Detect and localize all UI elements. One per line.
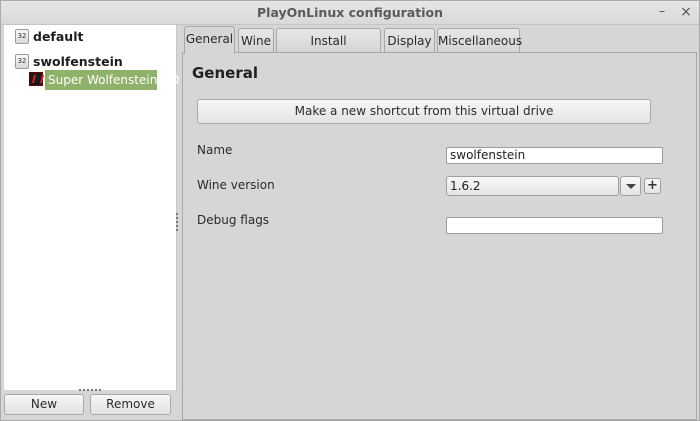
add-wine-version-button[interactable]: + [644, 178, 661, 194]
name-field[interactable]: swolfenstein [446, 147, 663, 164]
window-title: PlayOnLinux configuration [257, 5, 443, 20]
tree-item-label: Super Wolfenstein HD [45, 70, 179, 90]
new-button[interactable]: New [4, 394, 84, 415]
debug-flags-field[interactable] [446, 217, 663, 234]
general-panel: General Make a new shortcut from this vi… [182, 52, 697, 420]
32bit-badge-icon: 32 [15, 29, 29, 44]
vertical-splitter-handle[interactable] [176, 211, 179, 233]
32bit-badge-icon: 32 [15, 54, 29, 69]
tree-item-default[interactable]: 32 default [4, 27, 177, 47]
tree-item-swolfenstein[interactable]: 32 swolfenstein [4, 52, 177, 72]
tree-item-label: swolfenstein [33, 54, 123, 69]
tab-install-components[interactable]: Install components [276, 28, 381, 72]
wolfenstein-game-icon [29, 72, 43, 86]
tree-item-super-wolfenstein-hd[interactable]: Super Wolfenstein HD [4, 70, 179, 90]
prefix-tree[interactable]: 32 default 32 swolfenstein Super Wolfens… [4, 25, 179, 390]
chevron-down-icon[interactable] [620, 176, 641, 196]
tab-display[interactable]: Display [384, 28, 435, 53]
horizontal-splitter-handle[interactable] [79, 389, 103, 392]
tree-item-label: default [33, 29, 84, 44]
wine-version-label: Wine version [197, 178, 275, 192]
wine-version-select[interactable]: 1.6.2 [446, 176, 619, 196]
title-bar[interactable]: PlayOnLinux configuration – × [1, 1, 699, 25]
configuration-window: PlayOnLinux configuration – × 32 default… [0, 0, 700, 421]
debug-flags-label: Debug flags [197, 213, 270, 227]
remove-button[interactable]: Remove [90, 394, 171, 415]
tab-wine[interactable]: Wine [238, 28, 274, 53]
make-shortcut-button[interactable]: Make a new shortcut from this virtual dr… [197, 99, 651, 124]
minimize-icon[interactable]: – [654, 4, 670, 20]
close-icon[interactable]: × [678, 4, 694, 20]
tab-general[interactable]: General [184, 26, 235, 54]
name-label: Name [197, 143, 233, 157]
panel-heading: General [192, 64, 258, 82]
tab-miscellaneous[interactable]: Miscellaneous [437, 28, 522, 53]
